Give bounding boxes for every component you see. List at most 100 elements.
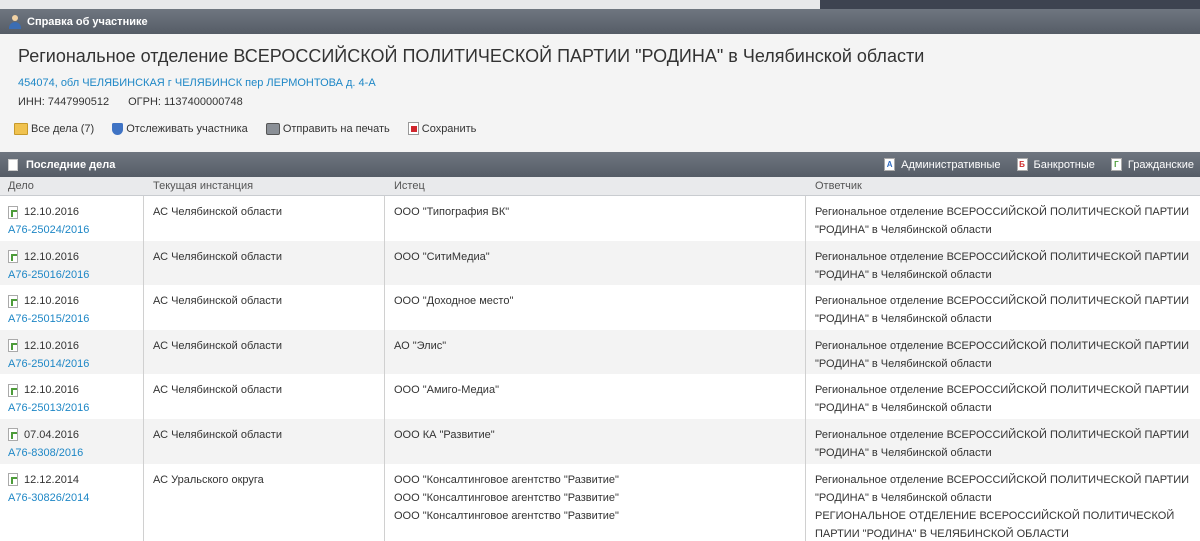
inn-value: ИНН: 7447990512 <box>18 96 110 108</box>
case-date-line: 12.10.2016 <box>8 248 143 266</box>
filter-administrative[interactable]: A Административные <box>884 158 1001 171</box>
instance-cell: АС Уральского округа <box>144 463 385 541</box>
plaintiff-cell: ООО "Амиго-Медиа" <box>385 374 806 419</box>
all-cases-button[interactable]: Все дела (7) <box>14 122 95 135</box>
plaintiff-name: ООО "Консалтинговое агентство "Развитие" <box>394 491 619 504</box>
case-date: 12.10.2016 <box>24 206 80 218</box>
instance-name: АС Челябинской области <box>153 295 282 308</box>
table-row: 12.10.2016 А76-25015/2016 АС Челябинской… <box>0 285 1200 330</box>
defendant-name: "РОДИНА" в Челябинской области <box>815 268 992 281</box>
panel-title: Справка об участнике <box>27 15 148 28</box>
defendant-name: Региональное отделение ВСЕРОССИЙСКОЙ ПОЛ… <box>815 206 1190 218</box>
case-date-line: 07.04.2016 <box>8 426 143 444</box>
plaintiff-cell: ООО "Типография ВК" <box>385 196 806 241</box>
case-date-line: 12.10.2016 <box>8 292 143 310</box>
plaintiff-name: ООО "Консалтинговое агентство "Развитие" <box>394 473 619 486</box>
case-number-link[interactable]: А76-25024/2016 <box>8 221 143 239</box>
case-date: 12.10.2016 <box>24 250 80 263</box>
civil-icon: Г <box>1110 158 1122 171</box>
case-date: 12.12.2014 <box>24 473 80 486</box>
defendant-cell: Региональное отделение ВСЕРОССИЙСКОЙ ПОЛ… <box>806 330 1200 375</box>
column-defendant: Ответчик <box>815 180 862 192</box>
plaintiff-name: АО "Элис" <box>394 339 447 352</box>
defendant-name: Региональное отделение ВСЕРОССИЙСКОЙ ПОЛ… <box>815 384 1190 397</box>
case-cell: 12.10.2016 А76-25014/2016 <box>0 329 144 375</box>
print-label: Отправить на печать <box>282 122 390 135</box>
case-number-link[interactable]: А76-25016/2016 <box>8 266 143 284</box>
filter-bankruptcy[interactable]: Б Банкротные <box>1016 158 1095 171</box>
case-date-line: 12.12.2014 <box>8 471 143 489</box>
plaintiff-cell: ООО КА "Развитие" <box>385 418 806 464</box>
plaintiff-cell: ООО "Консалтинговое агентство "Развитие"… <box>385 463 806 541</box>
case-cell: 07.04.2016 А76-8308/2016 <box>0 418 144 464</box>
ogrn-value: ОГРН: 1137400000748 <box>128 96 243 108</box>
filter-bankruptcy-label: Банкротные <box>1033 158 1095 171</box>
panel-header: Справка об участнике <box>0 9 1200 34</box>
top-strip <box>0 0 1200 9</box>
plaintiff-name: ООО "Консалтинговое агентство "Развитие" <box>394 509 619 522</box>
defendant-cell: Региональное отделение ВСЕРОССИЙСКОЙ ПОЛ… <box>806 241 1200 286</box>
defendant-name: Региональное отделение ВСЕРОССИЙСКОЙ ПОЛ… <box>815 473 1190 486</box>
column-instance: Текущая инстанция <box>153 180 254 192</box>
case-date: 12.10.2016 <box>24 339 80 352</box>
instance-cell: АС Челябинской области <box>144 240 385 286</box>
table-row: 07.04.2016 А76-8308/2016 АС Челябинской … <box>0 418 1200 464</box>
case-number-link[interactable]: А76-25013/2016 <box>8 399 143 417</box>
case-date-line: 12.10.2016 <box>8 381 143 399</box>
case-number-link[interactable]: А76-30826/2014 <box>8 489 143 507</box>
instance-name: АС Челябинской области <box>153 206 282 218</box>
case-document-icon <box>8 428 18 442</box>
pdf-icon <box>407 122 419 135</box>
case-date: 12.10.2016 <box>24 384 80 397</box>
case-document-icon <box>8 205 18 219</box>
plaintiff-cell: ООО "Доходное место" <box>385 285 806 330</box>
plaintiff-cell: АО "Элис" <box>385 329 806 375</box>
organization-ids: ИНН: 7447990512 ОГРН: 1137400000748 <box>18 96 243 108</box>
case-cell: 12.10.2016 А76-25015/2016 <box>0 285 144 330</box>
defendant-name: Региональное отделение ВСЕРОССИЙСКОЙ ПОЛ… <box>815 295 1190 308</box>
defendant-name: ПАРТИИ "РОДИНА" В ЧЕЛЯБИНСКОЙ ОБЛАСТИ <box>815 527 1069 540</box>
organization-address-link[interactable]: 454074, обл ЧЕЛЯБИНСКАЯ г ЧЕЛЯБИНСК пер … <box>18 77 376 89</box>
table-row: 12.10.2016 А76-25013/2016 АС Челябинской… <box>0 374 1200 419</box>
administrative-icon: A <box>884 158 896 171</box>
filter-civil[interactable]: Г Гражданские <box>1110 158 1194 171</box>
case-number-link[interactable]: А76-25014/2016 <box>8 355 143 373</box>
instance-name: АС Челябинской области <box>153 250 282 263</box>
case-cell: 12.10.2016 А76-25013/2016 <box>0 374 144 419</box>
instance-name: АС Челябинской области <box>153 384 282 397</box>
defendant-name: "РОДИНА" в Челябинской области <box>815 446 992 459</box>
plaintiff-cell: ООО "СитиМедиа" <box>385 240 806 286</box>
case-date: 07.04.2016 <box>24 428 80 441</box>
print-button[interactable]: Отправить на печать <box>265 122 390 135</box>
printer-icon <box>265 122 280 135</box>
column-plaintiff: Истец <box>394 180 425 192</box>
table-row: 12.10.2016 А76-25024/2016 АС Челябинской… <box>0 196 1200 241</box>
column-case: Дело <box>8 180 34 192</box>
track-participant-button[interactable]: Отслеживать участника <box>112 122 248 135</box>
save-button[interactable]: Сохранить <box>407 122 476 135</box>
instance-name: АС Уральского округа <box>153 473 264 486</box>
instance-cell: АС Челябинской области <box>144 374 385 419</box>
organization-name: Региональное отделение ВСЕРОССИЙСКОЙ ПОЛ… <box>18 46 925 66</box>
filter-civil-label: Гражданские <box>1127 158 1194 171</box>
participant-info: Региональное отделение ВСЕРОССИЙСКОЙ ПОЛ… <box>0 34 1200 152</box>
defendant-cell: Региональное отделение ВСЕРОССИЙСКОЙ ПОЛ… <box>806 419 1200 464</box>
case-document-icon <box>8 383 18 397</box>
defendant-name: "РОДИНА" в Челябинской области <box>815 402 992 415</box>
case-number-link[interactable]: А76-25015/2016 <box>8 310 143 328</box>
table-row: 12.12.2014 А76-30826/2014 АС Уральского … <box>0 463 1200 541</box>
case-document-icon <box>8 250 18 264</box>
case-number-link[interactable]: А76-8308/2016 <box>8 444 143 462</box>
all-cases-label: Все дела (7) <box>31 122 95 135</box>
defendant-name: РЕГИОНАЛЬНОЕ ОТДЕЛЕНИЕ ВСЕРОССИЙСКОЙ ПОЛ… <box>815 509 1175 522</box>
plaintiff-name: ООО "Амиго-Медиа" <box>394 384 499 397</box>
cases-title-label: Последние дела <box>26 158 116 171</box>
defendant-name: Региональное отделение ВСЕРОССИЙСКОЙ ПОЛ… <box>815 339 1190 352</box>
instance-name: АС Челябинской области <box>153 339 282 352</box>
table-row: 12.10.2016 А76-25014/2016 АС Челябинской… <box>0 329 1200 375</box>
case-date-line: 12.10.2016 <box>8 337 143 355</box>
table-row: 12.10.2016 А76-25016/2016 АС Челябинской… <box>0 240 1200 286</box>
defendant-cell: Региональное отделение ВСЕРОССИЙСКОЙ ПОЛ… <box>806 464 1200 541</box>
document-icon <box>8 158 18 171</box>
action-bar: Все дела (7) Отслеживать участника Отпра… <box>14 122 494 135</box>
